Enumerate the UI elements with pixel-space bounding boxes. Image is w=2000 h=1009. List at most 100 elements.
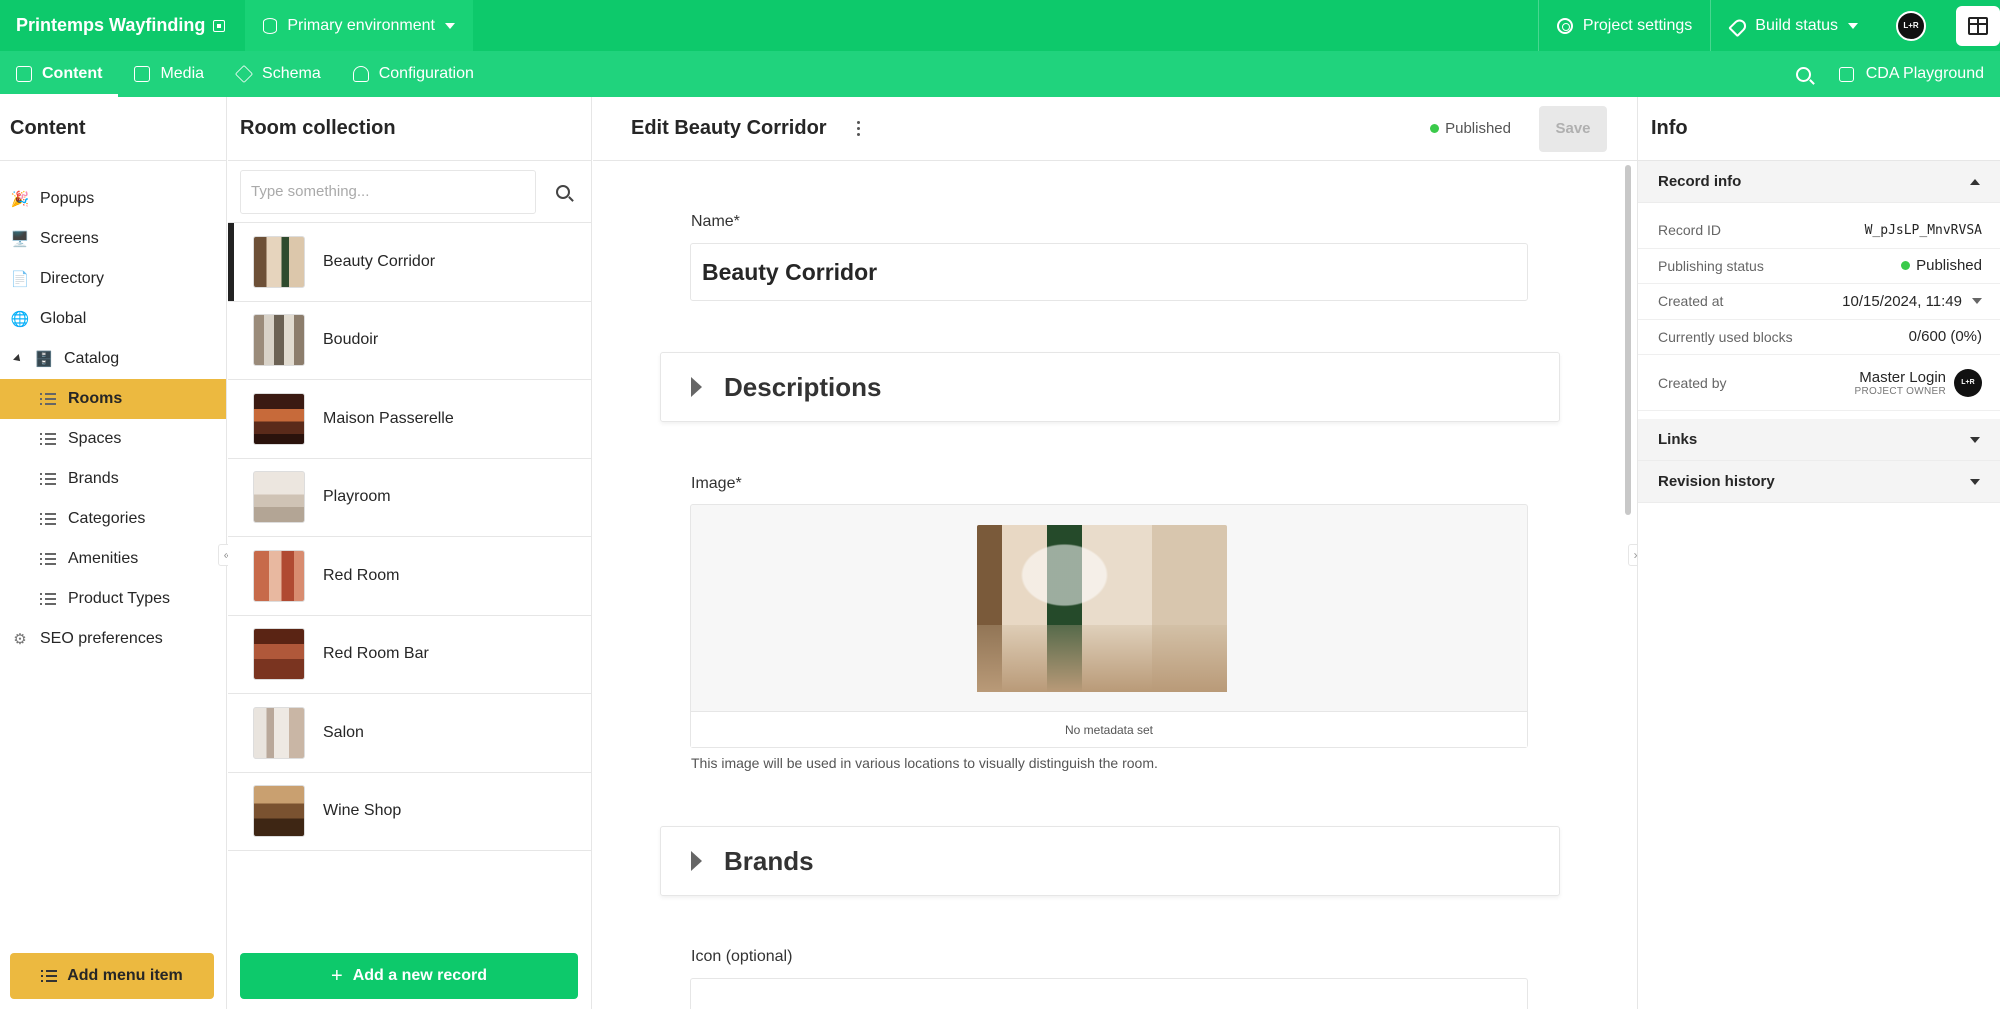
plus-icon: + <box>331 964 343 987</box>
search-icon[interactable] <box>1795 66 1811 82</box>
info-title: Info <box>1638 97 2000 161</box>
sidebar-item-rooms[interactable]: Rooms <box>0 379 226 419</box>
chevron-down-icon[interactable] <box>1972 298 1982 305</box>
chevron-down-icon <box>1970 478 1980 485</box>
record-thumbnail <box>253 314 305 367</box>
whats-new-button[interactable] <box>1956 5 2000 46</box>
search-input[interactable] <box>240 169 536 214</box>
content-sidebar: Content 🎉 Popups 🖥️ Screens 📄 Directory … <box>0 97 227 1009</box>
record-collection: Room collection Beauty Corridor Boudoir … <box>228 97 592 1009</box>
list-icon <box>40 393 56 405</box>
created-at-row[interactable]: Created at 10/15/2024, 11:49 <box>1638 284 2000 320</box>
name-field[interactable]: Beauty Corridor <box>690 243 1528 301</box>
icon-field[interactable] <box>690 978 1528 1009</box>
expand-triangle-icon[interactable] <box>13 354 23 364</box>
tab-configuration[interactable]: Configuration <box>337 51 490 97</box>
search-icon[interactable] <box>556 184 570 199</box>
record-thumbnail <box>253 471 305 524</box>
image-field[interactable]: No metadata set <box>690 504 1528 748</box>
revision-history-accordion[interactable]: Revision history <box>1638 461 2000 503</box>
environment-selector[interactable]: Primary environment <box>245 0 473 51</box>
tab-content[interactable]: Content <box>0 51 119 97</box>
record-row[interactable]: Red Room <box>228 537 591 616</box>
editor-scrollbar[interactable] <box>1625 165 1631 515</box>
project-settings-button[interactable]: Project settings <box>1537 0 1710 51</box>
record-row[interactable]: Salon <box>228 694 591 773</box>
sidebar-item-spaces[interactable]: Spaces <box>0 419 226 459</box>
add-menu-item-button[interactable]: Add menu item <box>10 953 214 999</box>
gift-icon <box>1968 16 1988 35</box>
monitor-icon: 🖥️ <box>10 231 30 248</box>
top-bar: Printemps Wayfinding Primary environment… <box>0 0 2000 51</box>
editor-title: Edit Beauty Corridor <box>631 117 827 139</box>
record-thumbnail <box>253 392 305 445</box>
chevron-down-icon <box>444 22 455 29</box>
sidebar-item-global[interactable]: 🌐 Global <box>0 299 226 339</box>
sidebar-item-seo-preferences[interactable]: ⚙ SEO preferences <box>0 619 226 659</box>
terminal-icon <box>1838 66 1854 82</box>
build-status-button[interactable]: Build status <box>1710 0 1876 51</box>
sidebar-title: Content <box>0 97 226 161</box>
room-image[interactable] <box>977 525 1227 692</box>
sidebar-item-directory[interactable]: 📄 Directory <box>0 259 226 299</box>
record-row[interactable]: Boudoir <box>228 302 591 380</box>
record-row[interactable]: Playroom <box>228 459 591 537</box>
image-icon <box>134 66 151 82</box>
record-info-accordion[interactable]: Record info <box>1638 161 2000 203</box>
list-icon <box>40 513 56 525</box>
record-id-row: Record ID W_pJsLP_MnvRVSA <box>1638 213 2000 249</box>
sidebar-item-product-types[interactable]: Product Types <box>0 579 226 619</box>
record-row[interactable]: Beauty Corridor <box>228 223 591 302</box>
project-name[interactable]: Printemps Wayfinding <box>0 0 241 51</box>
more-options-icon[interactable] <box>856 121 861 136</box>
sidebar-item-amenities[interactable]: Amenities <box>0 539 226 579</box>
sidebar-item-popups[interactable]: 🎉 Popups <box>0 179 226 219</box>
record-row[interactable]: Wine Shop <box>228 773 591 851</box>
sidebar-item-brands[interactable]: Brands <box>0 459 226 499</box>
image-label: Image* <box>691 475 742 492</box>
rocket-icon <box>1729 18 1745 34</box>
save-button[interactable]: Save <box>1539 105 1607 152</box>
record-row[interactable]: Red Room Bar <box>228 616 591 694</box>
globe-icon: 🌐 <box>10 311 30 328</box>
list-icon <box>40 473 56 485</box>
file-cabinet-icon: 🗄️ <box>34 351 54 368</box>
icon-label: Icon (optional) <box>691 948 793 965</box>
creator-name: Master Login <box>1859 368 1946 386</box>
document-icon: 📄 <box>10 271 30 288</box>
sidebar-item-screens[interactable]: 🖥️ Screens <box>0 219 226 259</box>
sidebar-item-categories[interactable]: Categories <box>0 499 226 539</box>
layers-icon <box>234 64 254 84</box>
list-icon <box>40 593 56 605</box>
links-accordion[interactable]: Links <box>1638 419 2000 461</box>
record-thumbnail <box>253 628 305 681</box>
list-icon <box>40 553 56 565</box>
expand-triangle-icon <box>691 377 702 397</box>
cda-playground-button[interactable]: CDA Playground <box>1838 65 2000 83</box>
tab-media[interactable]: Media <box>118 51 220 97</box>
user-avatar[interactable]: L+R <box>1896 10 1926 41</box>
tab-schema[interactable]: Schema <box>220 51 337 97</box>
edit-icon <box>16 66 32 82</box>
used-blocks-row: Currently used blocks 0/600 (0%) <box>1638 320 2000 355</box>
list-icon <box>40 433 56 445</box>
creator-role: PROJECT OWNER <box>1854 385 1946 397</box>
record-row[interactable]: Maison Passerelle <box>228 380 591 459</box>
chevron-up-icon <box>1970 178 1980 185</box>
descriptions-section[interactable]: Descriptions <box>660 352 1560 422</box>
gear-icon <box>1556 17 1573 34</box>
add-record-button[interactable]: + Add a new record <box>240 953 578 999</box>
collection-title: Room collection <box>228 97 591 161</box>
brands-section[interactable]: Brands <box>660 826 1560 896</box>
sidebar-item-catalog[interactable]: 🗄️ Catalog <box>0 339 226 379</box>
record-thumbnail <box>253 785 305 838</box>
record-thumbnail <box>253 706 305 759</box>
image-hint: This image will be used in various locat… <box>691 755 1158 771</box>
record-thumbnail <box>253 235 305 288</box>
list-add-icon <box>41 969 58 983</box>
record-thumbnail <box>253 549 305 602</box>
created-by-row: Created by Master Login PROJECT OWNER L+… <box>1638 355 2000 411</box>
name-label: Name* <box>691 213 740 230</box>
wrench-icon <box>352 66 369 82</box>
info-panel: Info Record info Record ID W_pJsLP_MnvRV… <box>1637 97 2000 1009</box>
